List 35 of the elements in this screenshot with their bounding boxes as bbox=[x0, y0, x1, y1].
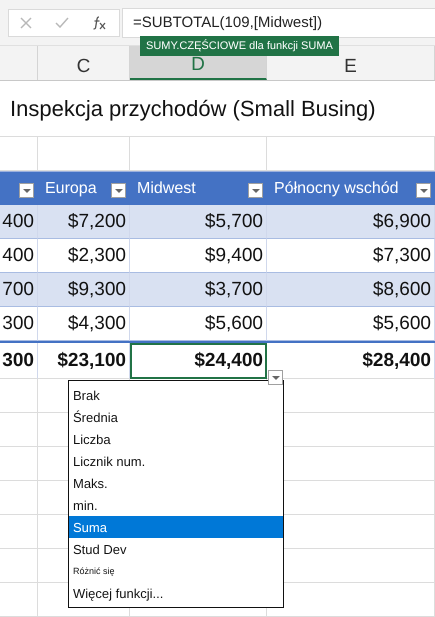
menu-item[interactable]: Liczba bbox=[69, 428, 283, 450]
column-label: Midwest bbox=[136, 180, 197, 198]
column-label: Europa bbox=[44, 180, 98, 198]
table-cell: 700 bbox=[2, 278, 34, 300]
table-cell: $9,400 bbox=[204, 244, 263, 266]
table-cell: $7,200 bbox=[68, 210, 126, 232]
table-cell: $9,300 bbox=[68, 278, 126, 300]
sheet-title: Inspekcja przychodów (Small Busing) bbox=[9, 96, 376, 122]
table-cell: $2,300 bbox=[68, 244, 126, 266]
table-cell: $6,900 bbox=[372, 210, 431, 232]
table-cell: $4,300 bbox=[68, 312, 126, 334]
total-cell[interactable]: 300 bbox=[0, 343, 38, 379]
total-cell[interactable]: $24,400 bbox=[130, 343, 267, 379]
table-cell: $7,300 bbox=[372, 244, 431, 266]
menu-item[interactable]: min. bbox=[69, 494, 283, 516]
total-cell[interactable]: $23,100 bbox=[38, 343, 130, 379]
menu-item[interactable]: Stud Dev bbox=[69, 538, 283, 560]
function-tooltip: SUMY.CZĘŚCIOWE dla funkcji SUMA bbox=[140, 36, 339, 56]
table-cell: 300 bbox=[2, 312, 34, 334]
formula-field[interactable]: =SUBTOTAL(109,[Midwest]) bbox=[122, 8, 435, 38]
table-cell: 400 bbox=[2, 244, 34, 266]
menu-item[interactable]: Różnić się bbox=[69, 560, 283, 582]
table-cell: $5,600 bbox=[204, 312, 263, 334]
menu-item[interactable]: Brak bbox=[69, 384, 283, 406]
table-cell: $8,600 bbox=[372, 278, 431, 300]
table-cell: $3,700 bbox=[204, 278, 263, 300]
menu-item[interactable]: Licznik num. bbox=[69, 450, 283, 472]
table-cell: $5,600 bbox=[372, 312, 431, 334]
menu-item[interactable]: Maks. bbox=[69, 472, 283, 494]
menu-item[interactable]: Średnia bbox=[69, 406, 283, 428]
column-label: Północny wschód bbox=[273, 180, 400, 198]
table-cell: $5,700 bbox=[204, 210, 263, 232]
menu-item[interactable]: Suma bbox=[69, 516, 283, 538]
menu-item[interactable]: Więcej funkcji... bbox=[69, 582, 283, 604]
table-cell: 400 bbox=[2, 210, 34, 232]
